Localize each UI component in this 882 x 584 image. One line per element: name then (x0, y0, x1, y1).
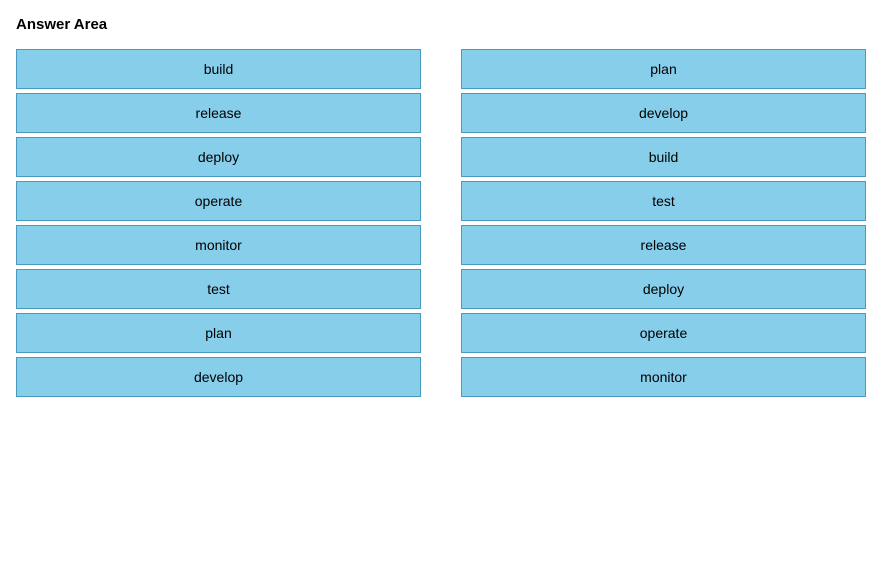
left-item-1[interactable]: release (16, 93, 421, 133)
right-item-0[interactable]: plan (461, 49, 866, 89)
right-item-5[interactable]: deploy (461, 269, 866, 309)
answer-area: buildreleasedeployoperatemonitortestplan… (16, 49, 866, 397)
left-item-0[interactable]: build (16, 49, 421, 89)
right-item-4[interactable]: release (461, 225, 866, 265)
left-item-2[interactable]: deploy (16, 137, 421, 177)
page-title: Answer Area (16, 16, 866, 33)
left-item-6[interactable]: plan (16, 313, 421, 353)
right-item-7[interactable]: monitor (461, 357, 866, 397)
left-column: buildreleasedeployoperatemonitortestplan… (16, 49, 421, 397)
left-item-5[interactable]: test (16, 269, 421, 309)
left-item-4[interactable]: monitor (16, 225, 421, 265)
right-item-2[interactable]: build (461, 137, 866, 177)
right-column: plandevelopbuildtestreleasedeployoperate… (461, 49, 866, 397)
right-item-1[interactable]: develop (461, 93, 866, 133)
right-item-6[interactable]: operate (461, 313, 866, 353)
left-item-3[interactable]: operate (16, 181, 421, 221)
right-item-3[interactable]: test (461, 181, 866, 221)
left-item-7[interactable]: develop (16, 357, 421, 397)
